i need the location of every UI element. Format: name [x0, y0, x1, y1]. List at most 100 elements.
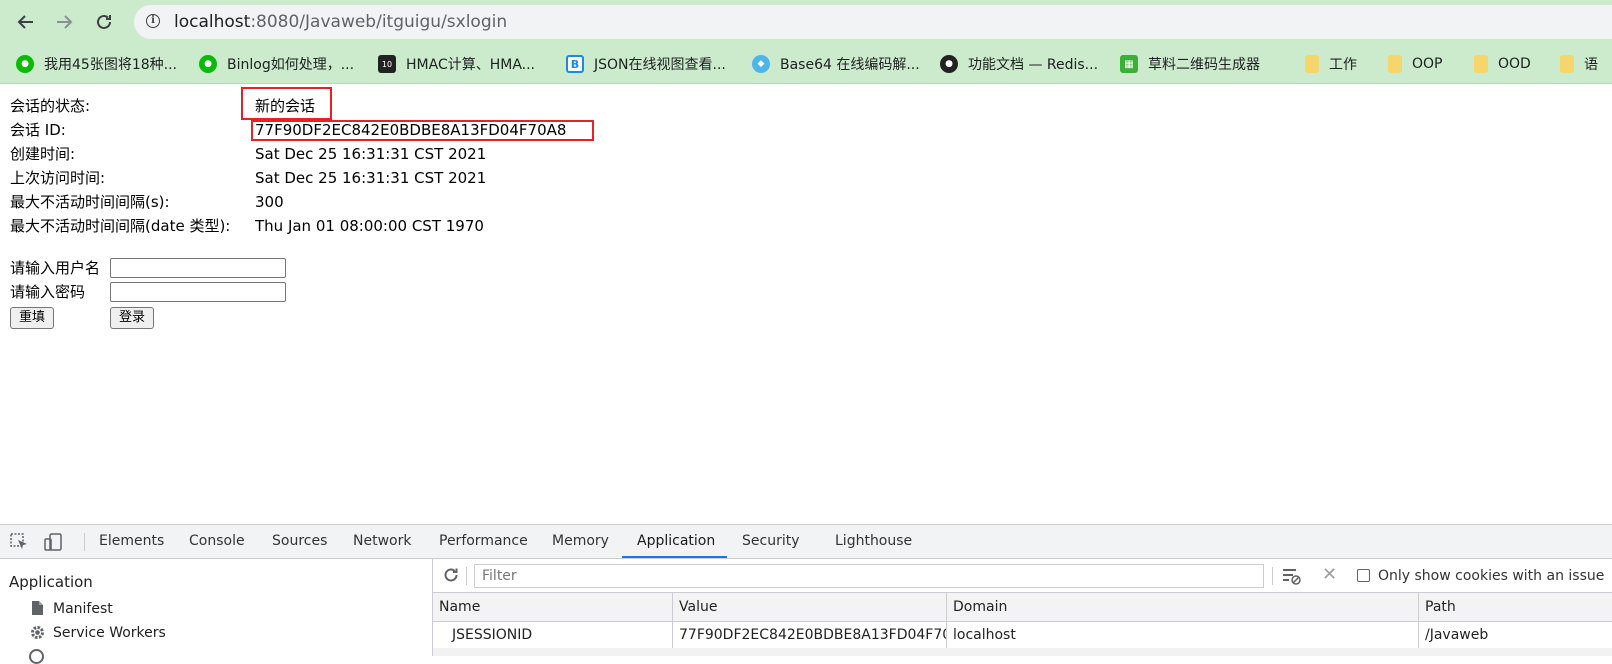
- highlight-box: [241, 87, 332, 120]
- tab-lighthouse[interactable]: Lighthouse: [835, 525, 912, 558]
- column-header-name[interactable]: Name: [433, 593, 673, 622]
- only-issue-checkbox[interactable]: [1357, 569, 1370, 582]
- bookmark-label: 我用45张图将18种...: [44, 57, 177, 73]
- session-status-label: 会话的状态:: [10, 97, 91, 115]
- bookmark-label: JSON在线视图查看...: [594, 57, 726, 73]
- folder-icon: [1560, 55, 1574, 73]
- toolbar-divider: [84, 533, 85, 551]
- bookmark-label: HMAC计算、HMA...: [406, 57, 536, 73]
- bookmark-label: 工作: [1329, 57, 1357, 73]
- bookmark-label: Binlog如何处理，...: [227, 57, 355, 73]
- active-tab-indicator: [622, 556, 727, 558]
- base64-icon: ◆: [752, 55, 770, 73]
- address-bar[interactable]: i localhost:8080/Javaweb/itguigu/sxlogin: [134, 5, 1612, 39]
- browser-toolbar: i localhost:8080/Javaweb/itguigu/sxlogin: [0, 0, 1612, 44]
- username-input[interactable]: [110, 258, 286, 278]
- devtools-panel: Elements Console Sources Network Perform…: [0, 524, 1612, 664]
- arrow-left-icon: [17, 15, 33, 29]
- wechat-icon: ●: [199, 55, 217, 73]
- bookmark-label: OOD: [1498, 56, 1531, 72]
- created-time-value: Sat Dec 25 16:31:31 CST 2021: [255, 145, 487, 163]
- only-issue-label: Only show cookies with an issue: [1378, 568, 1605, 584]
- bookmark-item[interactable]: ▦ 草料二维码生成器: [1120, 44, 1260, 84]
- tab-application[interactable]: Application: [637, 525, 715, 558]
- bookmark-label: 语: [1584, 57, 1598, 73]
- reset-button[interactable]: 重填: [10, 307, 55, 329]
- tab-performance[interactable]: Performance: [439, 525, 528, 558]
- last-access-value: Sat Dec 25 16:31:31 CST 2021: [255, 169, 487, 187]
- reload-icon: [97, 14, 111, 29]
- devtools-tabbar: Elements Console Sources Network Perform…: [0, 525, 1612, 559]
- tab-memory[interactable]: Memory: [552, 525, 609, 558]
- sidebar-heading[interactable]: Application: [9, 573, 93, 591]
- clear-filtered-cookies-icon[interactable]: [1282, 567, 1302, 589]
- folder-icon: [1305, 55, 1319, 73]
- page-content: 会话的状态: 新的会话 会话 ID: 77F90DF2EC842E0BDBE8A…: [0, 84, 1612, 524]
- url-host: localhost: [174, 12, 251, 32]
- column-header-path[interactable]: Path: [1419, 593, 1612, 622]
- username-label: 请输入用户名: [10, 259, 101, 277]
- bookmark-item[interactable]: B JSON在线视图查看...: [566, 44, 726, 84]
- github-icon: ●: [940, 55, 958, 73]
- bookmark-label: Base64 在线编码解...: [780, 57, 920, 73]
- json-icon: B: [566, 55, 584, 73]
- login-button[interactable]: 登录: [110, 307, 155, 329]
- password-input[interactable]: [110, 282, 286, 302]
- cookie-path-cell: /Javaweb: [1425, 627, 1489, 643]
- device-toolbar-icon[interactable]: [44, 533, 64, 555]
- max-inactive-date-value: Thu Jan 01 08:00:00 CST 1970: [255, 217, 484, 235]
- sidebar-item-manifest[interactable]: Manifest: [53, 601, 113, 617]
- cookie-value-cell: 77F90DF2EC842E0BDBE8A13FD04F70A8: [673, 622, 947, 648]
- highlight-box: [251, 120, 594, 141]
- filter-input[interactable]: Filter: [474, 564, 1264, 588]
- cookie-domain-cell: localhost: [947, 622, 1419, 648]
- document-icon: [31, 600, 44, 620]
- reload-button[interactable]: [88, 6, 120, 38]
- inspect-element-icon[interactable]: [10, 533, 30, 555]
- sidebar-item-service-workers[interactable]: Service Workers: [53, 625, 166, 641]
- refresh-icon[interactable]: [442, 566, 460, 588]
- bookmark-label: 功能文档 — Redis...: [968, 57, 1099, 73]
- bookmark-folder[interactable]: OOD: [1474, 44, 1531, 84]
- gear-icon: [29, 624, 46, 645]
- bookmark-item[interactable]: ● 功能文档 — Redis...: [940, 44, 1098, 84]
- bookmark-item[interactable]: ● Binlog如何处理，...: [199, 44, 354, 84]
- site-info-icon[interactable]: i: [146, 14, 160, 28]
- back-button[interactable]: [10, 6, 42, 38]
- cookies-toolbar: Filter ✕ Only show cookies with an issue: [433, 559, 1612, 593]
- bookmark-label: OOP: [1412, 56, 1443, 72]
- created-time-label: 创建时间:: [10, 145, 76, 163]
- bookmark-folder[interactable]: OOP: [1388, 44, 1442, 84]
- session-id-label: 会话 ID:: [10, 121, 66, 139]
- password-label: 请输入密码: [10, 283, 86, 301]
- bookmark-label: 草料二维码生成器: [1148, 57, 1260, 73]
- tab-console[interactable]: Console: [189, 525, 245, 558]
- url-text[interactable]: localhost:8080/Javaweb/itguigu/sxlogin: [174, 5, 507, 39]
- forward-button[interactable]: [48, 6, 80, 38]
- bookmark-folder[interactable]: 工作: [1305, 44, 1357, 84]
- url-path: :8080/Javaweb/itguigu/sxlogin: [250, 12, 508, 32]
- bookmark-item[interactable]: ● 我用45张图将18种...: [16, 44, 177, 84]
- tab-security[interactable]: Security: [742, 525, 800, 558]
- tab-sources[interactable]: Sources: [272, 525, 327, 558]
- bookmark-folder[interactable]: 语: [1560, 44, 1598, 84]
- max-inactive-seconds-label: 最大不活动时间间隔(s):: [10, 193, 170, 211]
- cookie-name-cell: JSESSIONID: [433, 622, 673, 648]
- toolbar-divider: [1272, 567, 1273, 585]
- hmac-icon: 10: [378, 55, 396, 73]
- bookmark-item[interactable]: 10 HMAC计算、HMA...: [378, 44, 535, 84]
- max-inactive-seconds-value: 300: [255, 193, 284, 211]
- storage-icon: [29, 649, 44, 664]
- tab-elements[interactable]: Elements: [99, 525, 164, 558]
- tab-network[interactable]: Network: [353, 525, 411, 558]
- bookmark-item[interactable]: ◆ Base64 在线编码解...: [752, 44, 920, 84]
- max-inactive-date-label: 最大不活动时间间隔(date 类型):: [10, 217, 231, 235]
- wechat-icon: ●: [16, 55, 34, 73]
- column-header-value[interactable]: Value: [673, 593, 947, 622]
- application-sidebar: Application Manifest Service Workers: [0, 559, 433, 664]
- folder-icon: [1388, 55, 1402, 73]
- column-header-domain[interactable]: Domain: [947, 593, 1419, 622]
- bookmarks-bar: ● 我用45张图将18种... ● Binlog如何处理，... 10 HMAC…: [0, 44, 1612, 84]
- cookies-panel: Filter ✕ Only show cookies with an issue…: [433, 559, 1612, 656]
- close-icon[interactable]: ✕: [1322, 566, 1337, 584]
